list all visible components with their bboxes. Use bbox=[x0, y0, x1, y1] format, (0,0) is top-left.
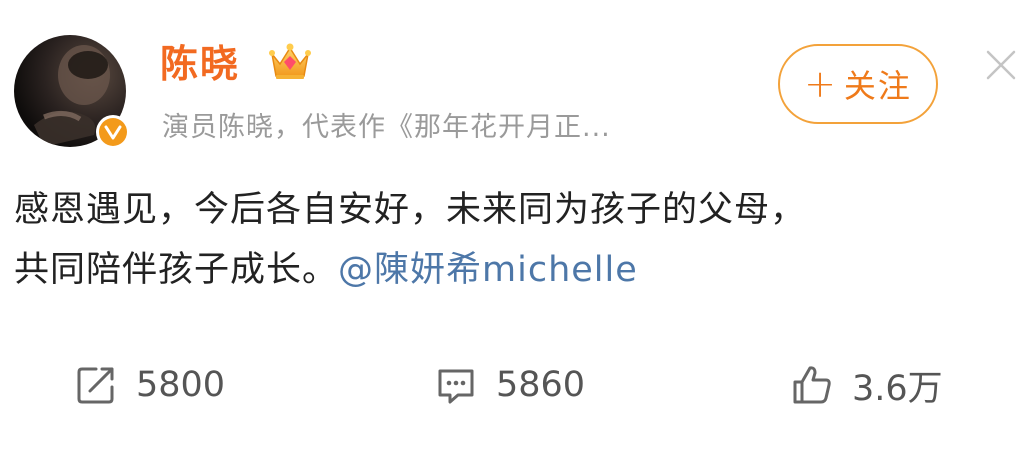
follow-button[interactable]: + 关注 bbox=[778, 44, 938, 124]
post-text-line-1: 感恩遇见，今后各自安好，未来同为孩子的父母， bbox=[14, 190, 807, 230]
user-name[interactable]: 陈晓 bbox=[160, 40, 240, 88]
comment-icon bbox=[438, 369, 474, 404]
verified-badge bbox=[96, 115, 130, 149]
repost-button[interactable]: 5800 bbox=[74, 350, 225, 420]
comment-count: 5860 bbox=[496, 365, 586, 405]
repost-icon bbox=[77, 367, 114, 404]
close-icon[interactable] bbox=[984, 48, 1018, 82]
weibo-post: 陈晓 演员陈晓，代表作《那年花开月正... + 关注 感恩遇见，今后各自安好，未… bbox=[0, 0, 1025, 455]
repost-count: 5800 bbox=[136, 365, 226, 405]
plus-icon: + bbox=[804, 62, 838, 106]
like-icon bbox=[793, 366, 831, 404]
like-button[interactable]: 3.6万 bbox=[790, 350, 943, 420]
follow-label: 关注 bbox=[843, 67, 912, 105]
avatar-container[interactable] bbox=[14, 35, 130, 151]
user-bio[interactable]: 演员陈晓，代表作《那年花开月正... bbox=[162, 108, 611, 148]
crown-icon[interactable] bbox=[268, 42, 312, 82]
mention-link[interactable]: @陳妍希michelle bbox=[338, 250, 638, 290]
post-text: 共同陪伴孩子成长。 bbox=[14, 250, 339, 290]
action-bar: 5800 5860 3.6万 bbox=[0, 350, 1025, 420]
verified-icon bbox=[99, 118, 127, 146]
post-text-line-2: 共同陪伴孩子成长。@陳妍希michelle bbox=[14, 240, 1014, 300]
comment-button[interactable]: 5860 bbox=[434, 350, 585, 420]
like-count: 3.6万 bbox=[852, 368, 943, 409]
post-content: 感恩遇见，今后各自安好，未来同为孩子的父母， 共同陪伴孩子成长。@陳妍希mich… bbox=[14, 180, 1014, 300]
